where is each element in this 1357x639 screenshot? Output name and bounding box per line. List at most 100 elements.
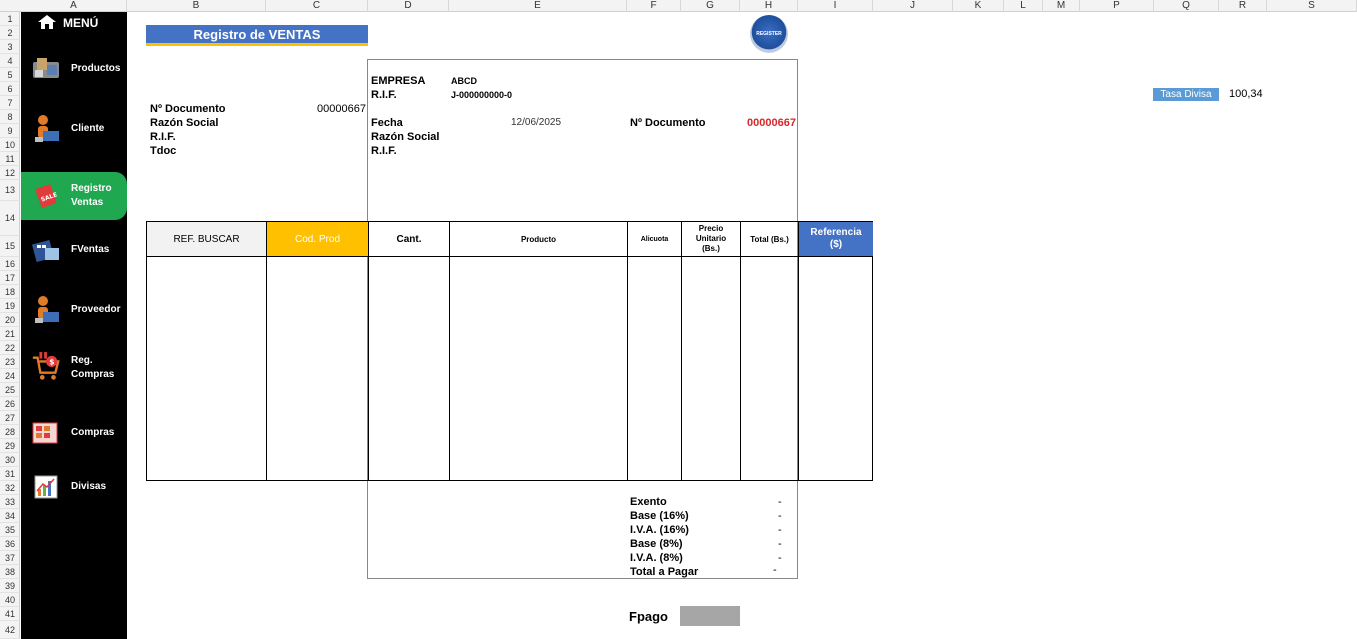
row-header-31[interactable]: 31 [0,467,20,481]
col-cant[interactable] [369,257,450,480]
tasa-divisa-value[interactable]: 100,34 [1229,88,1263,101]
row-header-32[interactable]: 32 [0,481,20,495]
empresa-value: ABCD [451,76,477,86]
row-header-42[interactable]: 42 [0,621,20,639]
chart-icon [31,472,61,502]
row-header-30[interactable]: 30 [0,453,20,467]
sidebar-item-proveedor[interactable]: Proveedor [21,293,127,327]
col-header-l[interactable]: L [1004,0,1043,12]
row-header-40[interactable]: 40 [0,593,20,607]
row-header-14[interactable]: 14 [0,201,20,236]
rif-label: R.I.F. [150,131,176,143]
row-header-37[interactable]: 37 [0,551,20,565]
menu-button[interactable]: MENÚ [37,12,98,34]
sidebar-item-cliente[interactable]: Cliente [21,112,127,146]
row-header-27[interactable]: 27 [0,411,20,425]
row-header-7[interactable]: 7 [0,96,20,110]
row-header-33[interactable]: 33 [0,495,20,509]
row-header-5[interactable]: 5 [0,68,20,82]
row-header-bar: 1 2 3 4 5 6 7 8 9 10 11 12 13 14 15 16 17 18 19 20 21 22 23 24 2… [0,12,20,639]
col-ref-buscar[interactable] [147,257,267,480]
th-cod-prod[interactable]: Cod. Prod [267,222,369,257]
row-header-21[interactable]: 21 [0,327,20,341]
empresa-rif-label: R.I.F. [371,89,397,101]
sidebar-item-compras[interactable]: Compras [21,417,127,449]
row-header-10[interactable]: 10 [0,138,20,152]
col-header-c[interactable]: C [266,0,368,12]
home-icon [37,14,57,33]
row-header-35[interactable]: 35 [0,523,20,537]
col-header-g[interactable]: G [681,0,740,12]
row-header-3[interactable]: 3 [0,40,20,54]
row-header-28[interactable]: 28 [0,425,20,439]
empresa-rif-value: J-000000000-0 [451,90,513,100]
col-header-p[interactable]: P [1080,0,1154,12]
th-ref-buscar[interactable]: REF. BUSCAR [147,222,267,257]
row-header-36[interactable]: 36 [0,537,20,551]
register-button[interactable]: REGISTER [750,15,788,53]
sidebar-item-label: Registro Ventas [71,183,112,208]
row-header-25[interactable]: 25 [0,383,20,397]
row-header-23[interactable]: 23 [0,355,20,369]
row-header-19[interactable]: 19 [0,299,20,313]
sidebar-item-productos[interactable]: Productos [21,54,127,84]
row-header-39[interactable]: 39 [0,579,20,593]
col-header-j[interactable]: J [873,0,953,12]
client-icon [31,114,61,144]
row-header-18[interactable]: 18 [0,285,20,299]
sidebar-item-divisas[interactable]: Divisas [21,472,127,502]
sidebar-item-fventas[interactable]: FVentas [21,234,127,266]
col-header-q[interactable]: Q [1154,0,1219,12]
col-cod-prod[interactable] [267,257,369,480]
shopping-cart-icon: $ [31,352,61,383]
row-header-6[interactable]: 6 [0,82,20,96]
row-header-8[interactable]: 8 [0,110,20,124]
row-header-29[interactable]: 29 [0,439,20,453]
row-header-4[interactable]: 4 [0,54,20,68]
row-header-9[interactable]: 9 [0,124,20,138]
empresa-label: EMPRESA [371,75,426,87]
menu-label: MENÚ [63,16,99,30]
doc-number-value[interactable]: 00000667 [317,103,366,115]
row-header-20[interactable]: 20 [0,313,20,327]
sidebar-item-label: Reg. Compras [71,355,115,380]
row-header-41[interactable]: 41 [0,607,20,621]
row-header-2[interactable]: 2 [0,26,20,40]
col-header-s[interactable]: S [1267,0,1357,12]
products-icon [31,54,61,84]
row-header-11[interactable]: 11 [0,152,20,166]
items-table: REF. BUSCAR Cod. Prod Cant. Producto Ali… [146,221,873,481]
fpago-select[interactable] [680,606,740,626]
col-header-m[interactable]: M [1043,0,1080,12]
col-header-h[interactable]: H [740,0,798,12]
row-header-1[interactable]: 1 [0,12,20,26]
col-header-r[interactable]: R [1219,0,1267,12]
row-header-22[interactable]: 22 [0,341,20,355]
col-header-d[interactable]: D [368,0,449,12]
col-header-e[interactable]: E [449,0,627,12]
row-header-16[interactable]: 16 [0,257,20,271]
row-header-15[interactable]: 15 [0,236,20,257]
sidebar-item-label: FVentas [71,244,110,255]
fecha-label: Fecha [371,117,403,129]
col-header-f[interactable]: F [627,0,681,12]
row-header-34[interactable]: 34 [0,509,20,523]
sidebar-item-registro-ventas[interactable]: SALE Registro Ventas [21,172,127,220]
row-header-38[interactable]: 38 [0,565,20,579]
doc-number-label: Nº Documento [150,103,226,115]
row-header-24[interactable]: 24 [0,369,20,383]
col-header-i[interactable]: I [798,0,873,12]
fecha-value[interactable]: 12/06/2025 [511,117,561,128]
row-header-13[interactable]: 13 [0,180,20,201]
row-header-26[interactable]: 26 [0,397,20,411]
col-header-a[interactable]: A [21,0,127,12]
calculator-icon [31,235,61,265]
fpago-label: Fpago [629,609,668,624]
col-alicuota [628,257,682,480]
sidebar-item-reg-compras[interactable]: $ Reg. Compras [21,349,127,387]
row-header-12[interactable]: 12 [0,166,20,180]
row-header-17[interactable]: 17 [0,271,20,285]
col-header-k[interactable]: K [953,0,1004,12]
sidebar-menu: MENÚ Productos Cliente SALE Registro Ven… [21,12,127,639]
col-header-b[interactable]: B [127,0,266,12]
